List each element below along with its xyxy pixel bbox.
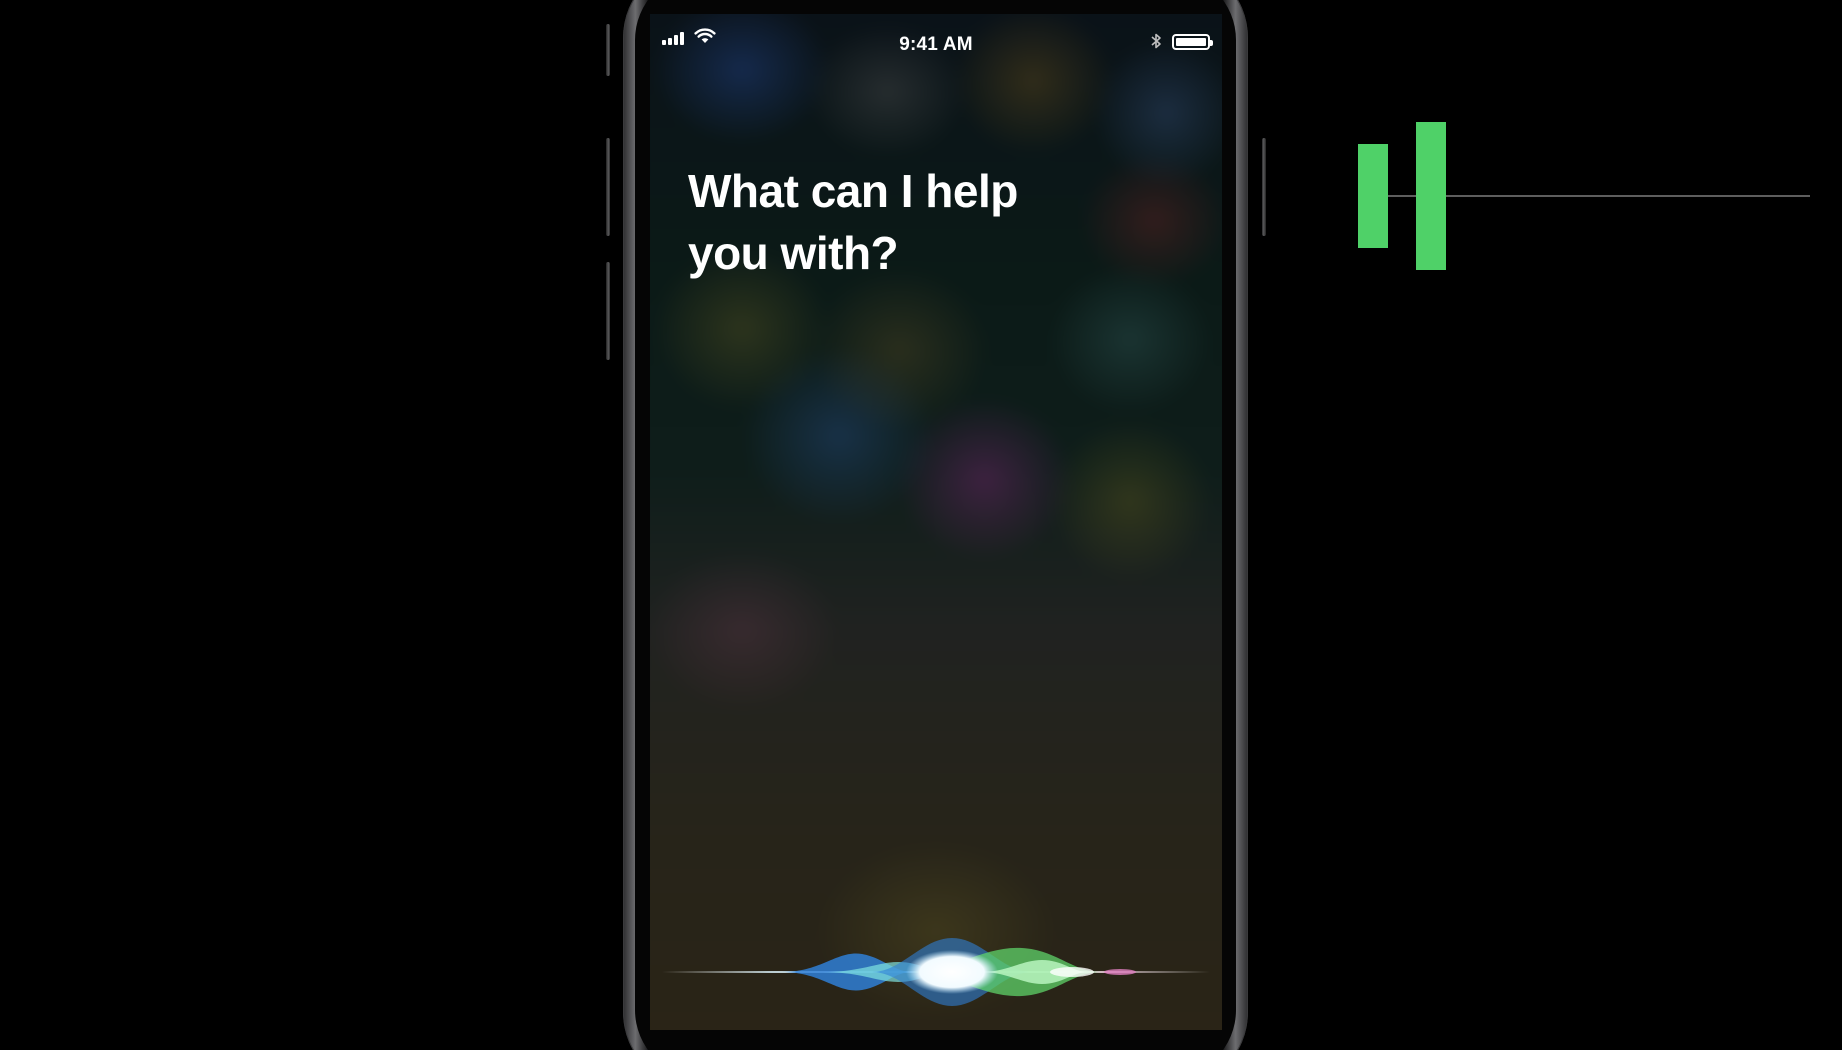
volume-down-button[interactable] [606,262,610,360]
audio-bar [1416,122,1446,270]
status-bar: 9:41 AM [650,14,1222,55]
siri-prompt: What can I help you with? [688,165,1018,279]
audio-level-bars-icon [1350,110,1810,280]
stage: 9:41 AM What can I help you with? [0,0,1842,1050]
volume-up-button[interactable] [606,138,610,236]
bluetooth-icon [1151,33,1161,49]
battery-icon [1172,34,1213,50]
power-button[interactable] [1262,138,1266,236]
siri-waveform-icon[interactable] [662,932,1210,1012]
phone-screen: 9:41 AM What can I help you with? [650,14,1222,1030]
mute-switch[interactable] [606,24,610,76]
battery-fill [1176,38,1206,46]
audio-bar [1358,144,1388,248]
audio-baseline [1386,195,1810,197]
status-time: 9:41 AM [899,34,973,55]
